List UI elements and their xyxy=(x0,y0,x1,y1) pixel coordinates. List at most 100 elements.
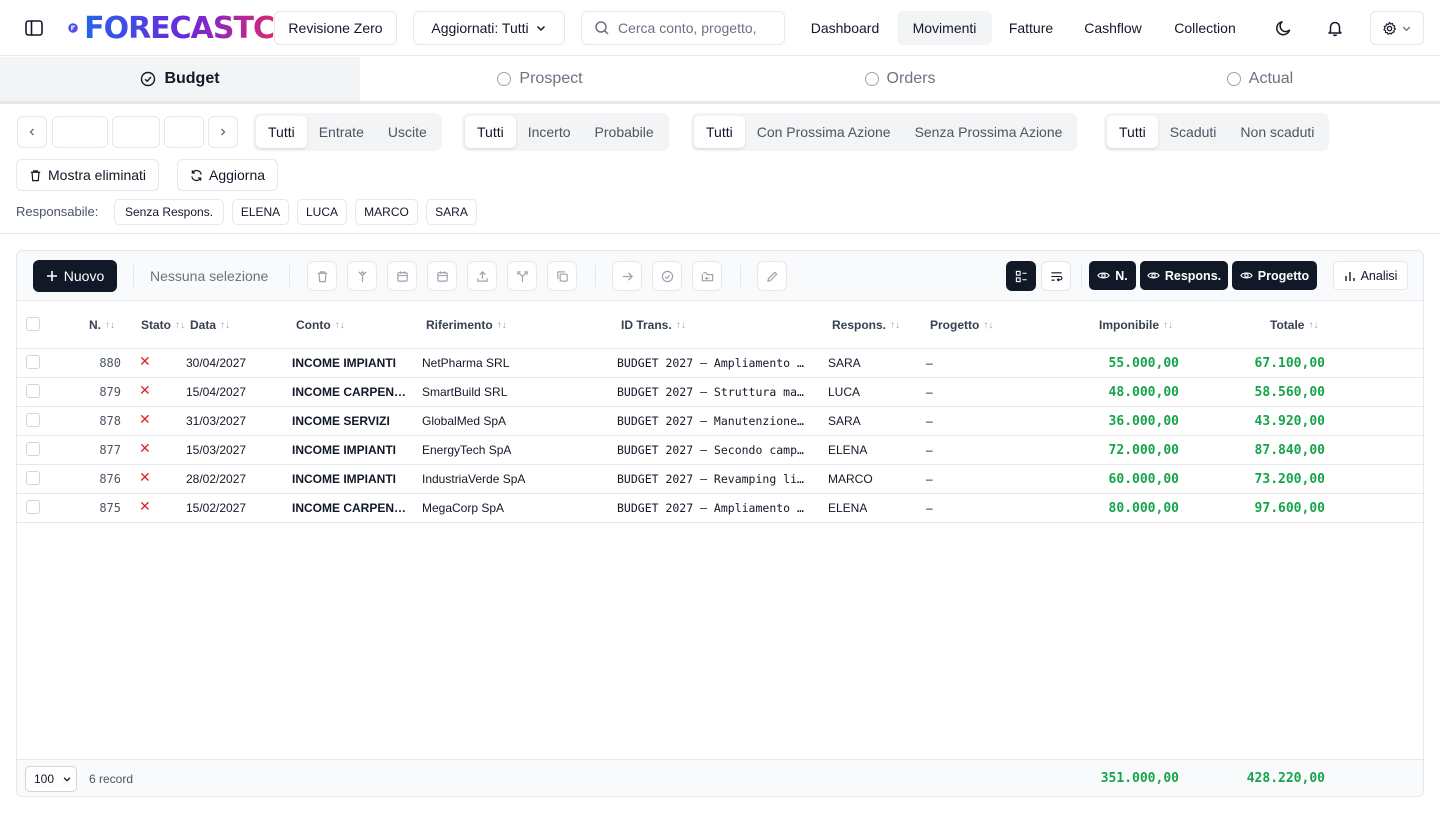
period-year-field[interactable] xyxy=(164,116,204,148)
next-action-without[interactable]: Senza Prossima Azione xyxy=(903,116,1075,148)
moon-icon[interactable] xyxy=(1270,14,1298,42)
tab-budget-label: Budget xyxy=(164,70,220,87)
page-size-select[interactable]: 100 xyxy=(25,766,77,792)
grouped-view-icon[interactable] xyxy=(1006,261,1036,291)
next-action-all[interactable]: Tutti xyxy=(694,116,745,148)
resp-chip-marco[interactable]: MARCO xyxy=(355,199,418,225)
cell-respons: LUCA xyxy=(828,385,861,399)
tab-prospect[interactable]: Prospect xyxy=(360,57,720,101)
table-row[interactable]: 875 ✕ 15/02/2027 INCOME CARPENT… MegaCor… xyxy=(17,494,1423,523)
table-row[interactable]: 880 ✕ 30/04/2027 INCOME IMPIANTI NetPhar… xyxy=(17,349,1423,378)
analysis-button[interactable]: Analisi xyxy=(1333,261,1408,290)
upload-icon[interactable] xyxy=(467,261,497,291)
column-respons[interactable]: Respons. ↑↓ xyxy=(832,318,900,332)
cell-progetto: – xyxy=(926,356,933,370)
column-progetto[interactable]: Progetto ↑↓ xyxy=(930,318,993,332)
due-all[interactable]: Tutti xyxy=(1107,116,1158,148)
calendar-icon[interactable] xyxy=(387,261,417,291)
column-totale-label: Totale xyxy=(1270,318,1305,332)
row-checkbox[interactable] xyxy=(26,355,40,369)
toggle-progetto-column[interactable]: Progetto xyxy=(1232,261,1317,290)
copy-icon[interactable] xyxy=(547,261,577,291)
column-stato[interactable]: Stato ↑↓ xyxy=(141,318,185,332)
bell-icon[interactable] xyxy=(1321,14,1349,42)
next-action-with[interactable]: Con Prossima Azione xyxy=(745,116,903,148)
due-not-overdue[interactable]: Non scaduti xyxy=(1228,116,1326,148)
column-num[interactable]: N. ↑↓ xyxy=(89,318,115,332)
check-circle-icon[interactable] xyxy=(652,261,682,291)
prev-period-button[interactable] xyxy=(17,116,47,148)
nav-fatture[interactable]: Fatture xyxy=(996,11,1066,45)
calendar-icon[interactable] xyxy=(427,261,457,291)
new-button[interactable]: Nuovo xyxy=(33,260,117,292)
period-day-field[interactable] xyxy=(52,116,108,148)
refresh-button[interactable]: Aggiorna xyxy=(177,159,279,191)
nav-dashboard[interactable]: Dashboard xyxy=(798,11,892,45)
cell-conto: INCOME CARPENT… xyxy=(292,501,412,515)
cell-imponibile: 55.000,00 xyxy=(1108,356,1179,371)
revision-button[interactable]: Revisione Zero xyxy=(274,11,397,45)
tab-budget[interactable]: Budget xyxy=(0,57,360,101)
nav-collection[interactable]: Collection xyxy=(1160,11,1250,45)
resp-chip-elena[interactable]: ELENA xyxy=(232,199,289,225)
split-icon[interactable] xyxy=(507,261,537,291)
nav-cashflow[interactable]: Cashflow xyxy=(1072,11,1154,45)
column-totale[interactable]: Totale ↑↓ xyxy=(1270,318,1318,332)
delete-icon[interactable] xyxy=(307,261,337,291)
resp-chip-luca[interactable]: LUCA xyxy=(297,199,347,225)
column-riferimento[interactable]: Riferimento ↑↓ xyxy=(426,318,507,332)
folder-undo-icon[interactable] xyxy=(692,261,722,291)
eye-icon xyxy=(1147,272,1160,279)
due-overdue[interactable]: Scaduti xyxy=(1158,116,1229,148)
row-checkbox[interactable] xyxy=(26,384,40,398)
search-box[interactable] xyxy=(581,11,785,45)
nav-movimenti[interactable]: Movimenti xyxy=(897,11,992,45)
cell-imponibile: 60.000,00 xyxy=(1108,472,1179,487)
search-input[interactable] xyxy=(618,20,778,36)
row-checkbox[interactable] xyxy=(26,500,40,514)
logo[interactable]: FORECASTC xyxy=(68,10,274,46)
column-id-trans[interactable]: ID Trans. ↑↓ xyxy=(621,318,686,332)
tab-actual[interactable]: Actual xyxy=(1080,57,1440,101)
arrow-right-icon[interactable] xyxy=(612,261,642,291)
updated-filter-dropdown[interactable]: Aggiornati: Tutti xyxy=(413,11,565,45)
table-row[interactable]: 879 ✕ 15/04/2027 INCOME CARPENT… SmartBu… xyxy=(17,378,1423,407)
column-imponibile[interactable]: Imponibile ↑↓ xyxy=(1099,318,1173,332)
show-deleted-button[interactable]: Mostra eliminati xyxy=(16,159,160,191)
toggle-num-column[interactable]: N. xyxy=(1089,261,1136,290)
nav-dashboard-label: Dashboard xyxy=(810,20,880,36)
wrap-text-icon[interactable] xyxy=(1041,261,1071,291)
column-stato-label: Stato xyxy=(141,318,171,332)
table-row[interactable]: 877 ✕ 15/03/2027 INCOME IMPIANTI EnergyT… xyxy=(17,436,1423,465)
direction-expense[interactable]: Uscite xyxy=(376,116,439,148)
tab-orders[interactable]: Orders xyxy=(720,57,1080,101)
column-data[interactable]: Data ↑↓ xyxy=(190,318,230,332)
row-checkbox[interactable] xyxy=(26,471,40,485)
toggle-respons-column[interactable]: Respons. xyxy=(1140,261,1228,290)
probability-probable[interactable]: Probabile xyxy=(583,116,666,148)
direction-income[interactable]: Entrate xyxy=(307,116,376,148)
table-row[interactable]: 878 ✕ 31/03/2027 INCOME SERVIZI GlobalMe… xyxy=(17,407,1423,436)
row-checkbox[interactable] xyxy=(26,413,40,427)
cell-num: 880 xyxy=(99,356,121,370)
row-checkbox[interactable] xyxy=(26,442,40,456)
period-month-field[interactable] xyxy=(112,116,160,148)
pencil-icon[interactable] xyxy=(757,261,787,291)
cell-num: 879 xyxy=(99,385,121,399)
total-totale: 428.220,00 xyxy=(1246,771,1325,786)
probability-uncertain[interactable]: Incerto xyxy=(516,116,583,148)
cell-riferimento: MegaCorp SpA xyxy=(422,501,505,515)
sidebar-toggle-icon[interactable] xyxy=(20,14,48,42)
column-conto[interactable]: Conto ↑↓ xyxy=(296,318,345,332)
probability-all[interactable]: Tutti xyxy=(465,116,516,148)
direction-all[interactable]: Tutti xyxy=(256,116,307,148)
chevron-down-icon xyxy=(1402,26,1411,31)
table-row[interactable]: 876 ✕ 28/02/2027 INCOME IMPIANTI Industr… xyxy=(17,465,1423,494)
resp-chip-none[interactable]: Senza Respons. xyxy=(114,199,224,225)
resp-chip-sara[interactable]: SARA xyxy=(426,199,477,225)
next-period-button[interactable] xyxy=(208,116,238,148)
merge-icon[interactable] xyxy=(347,261,377,291)
select-all-checkbox[interactable] xyxy=(26,317,40,331)
cell-conto: INCOME SERVIZI xyxy=(292,414,390,428)
settings-menu-button[interactable] xyxy=(1370,11,1424,45)
